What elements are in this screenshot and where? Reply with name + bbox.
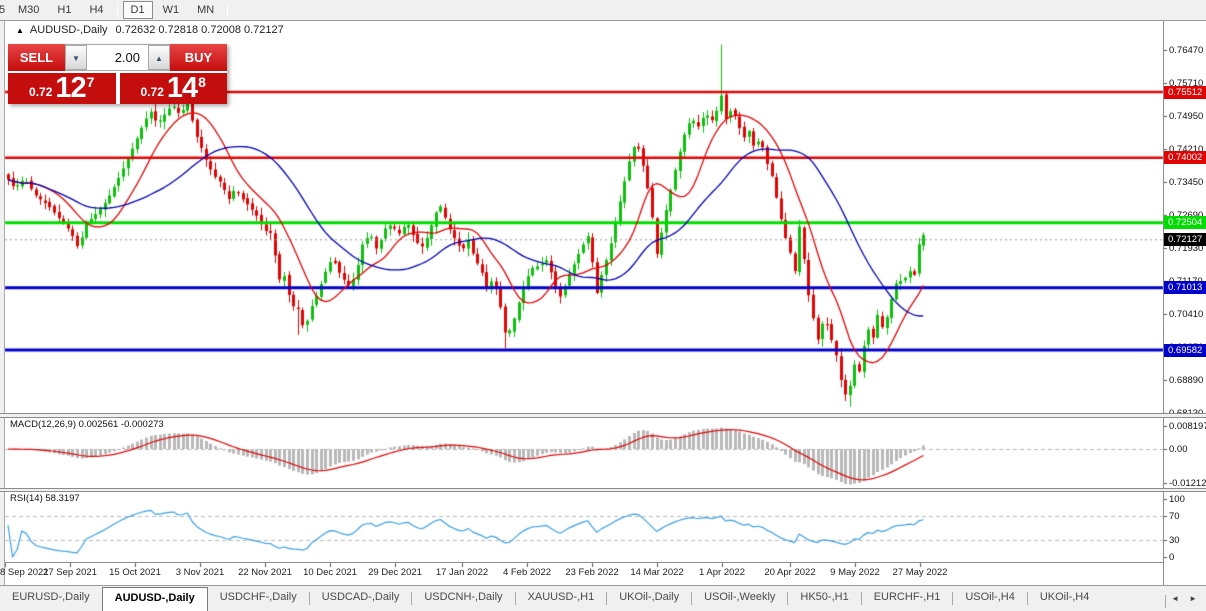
volume-input[interactable] xyxy=(87,45,148,70)
date-axis-label: 29 Dec 2021 xyxy=(363,567,427,578)
chart-left-border xyxy=(4,21,5,585)
chart-tab-eurusd-daily[interactable]: EURUSD-,Daily xyxy=(0,586,102,611)
buy-price-fraction: 8 xyxy=(198,74,206,90)
chart-tab-usoil-h4[interactable]: USOil-,H4 xyxy=(953,586,1027,611)
chart-title: ▲ AUDUSD-,Daily 0.72632 0.72818 0.72008 0.… xyxy=(16,24,284,36)
date-axis-label: 22 Nov 2021 xyxy=(233,567,297,578)
buy-button[interactable]: BUY xyxy=(170,44,227,71)
date-axis-label: 3 Nov 2021 xyxy=(168,567,232,578)
date-axis-label: 27 Sep 2021 xyxy=(38,567,102,578)
tab-scroll-controls: ◄► xyxy=(1165,586,1206,611)
pane-splitter-macd[interactable] xyxy=(0,413,1206,418)
chart-tab-usdchf-daily[interactable]: USDCHF-,Daily xyxy=(208,586,309,611)
date-axis-label: 27 May 2022 xyxy=(888,567,952,578)
timeframe-button-5[interactable]: 5 xyxy=(0,1,8,19)
rsi-name: RSI(14) xyxy=(10,493,43,504)
indicator-axis-tick: 30 xyxy=(1169,535,1206,546)
sell-price-fraction: 7 xyxy=(87,74,95,90)
timeframe-button-MN[interactable]: MN xyxy=(189,1,222,19)
level-price-badge: 0.69582 xyxy=(1164,344,1206,357)
chart-symbol: AUDUSD-,Daily xyxy=(30,24,108,36)
price-axis-tick: 0.76470 xyxy=(1169,45,1206,56)
date-axis-label: 20 Apr 2022 xyxy=(758,567,822,578)
price-axis-tick: 0.74950 xyxy=(1169,111,1206,122)
indicator-axis-tick: 0.008197 xyxy=(1169,421,1206,432)
price-axis-tick: 0.68890 xyxy=(1169,375,1206,386)
buy-price-display: 0.72 14 8 xyxy=(120,73,228,104)
macd-indicator-label: MACD(12,26,9) 0.002561 -0.000273 xyxy=(10,419,164,430)
sell-button[interactable]: SELL xyxy=(8,44,65,71)
chart-tab-xauusd-h1[interactable]: XAUUSD-,H1 xyxy=(516,586,607,611)
date-axis-label: 10 Dec 2021 xyxy=(298,567,362,578)
date-axis-label: 9 May 2022 xyxy=(823,567,887,578)
chart-tab-usdcnh-daily[interactable]: USDCNH-,Daily xyxy=(412,586,514,611)
timeframe-button-H4[interactable]: H4 xyxy=(81,1,111,19)
indicator-axis-tick: 70 xyxy=(1169,511,1206,522)
indicator-axis-tick: 0 xyxy=(1169,552,1206,563)
date-axis-label: 17 Jan 2022 xyxy=(430,567,494,578)
timeframe-button-D1[interactable]: D1 xyxy=(123,1,153,19)
chart-ohlc-values: 0.72632 0.72818 0.72008 0.72127 xyxy=(116,24,284,36)
sell-price-base: 0.72 xyxy=(29,85,52,99)
chart-tab-usoil-weekly[interactable]: USOil-,Weekly xyxy=(692,586,787,611)
one-click-trade-panel: SELL ▼ ▲ BUY 0.72 12 7 0.72 14 8 xyxy=(8,44,227,104)
price-axis-tick: 0.73450 xyxy=(1169,177,1206,188)
chart-tab-eurchf-h1[interactable]: EURCHF-,H1 xyxy=(862,586,953,611)
macd-values: 0.002561 -0.000273 xyxy=(79,419,164,430)
buy-price-pips: 14 xyxy=(167,74,197,103)
date-axis-label: 15 Oct 2021 xyxy=(103,567,167,578)
tab-scroll-right-icon[interactable]: ► xyxy=(1184,592,1202,605)
current-price-badge: 0.72127 xyxy=(1164,233,1206,246)
pane-splitter-rsi[interactable] xyxy=(0,488,1206,492)
buy-price-base: 0.72 xyxy=(141,85,164,99)
price-axis-border xyxy=(1163,21,1164,585)
chart-tab-ukoil-daily[interactable]: UKOil-,Daily xyxy=(607,586,691,611)
macd-name: MACD(12,26,9) xyxy=(10,419,76,430)
rsi-indicator-label: RSI(14) 58.3197 xyxy=(10,493,80,504)
indicator-axis-tick: -0.01212 xyxy=(1169,478,1206,489)
sell-price-pips: 12 xyxy=(55,74,85,103)
date-axis-label: 1 Apr 2022 xyxy=(690,567,754,578)
timeframe-toolbar: 5M30H1H4 D1W1MN xyxy=(0,0,1206,21)
level-price-badge: 0.72504 xyxy=(1164,216,1206,229)
date-axis-label: 23 Feb 2022 xyxy=(560,567,624,578)
level-price-badge: 0.74002 xyxy=(1164,151,1206,164)
chart-tab-hk50-h1[interactable]: HK50-,H1 xyxy=(788,586,860,611)
rsi-value: 58.3197 xyxy=(45,493,79,504)
trading-platform-window: 5M30H1H4 D1W1MN ▲ AUDUSD-,Daily 0.72632 0.7… xyxy=(0,0,1206,611)
date-axis-label: 14 Mar 2022 xyxy=(625,567,689,578)
rsi-pane-bottom-border xyxy=(5,562,1163,563)
chart-tab-audusd-daily[interactable]: AUDUSD-,Daily xyxy=(102,587,208,611)
volume-decrease-icon[interactable]: ▼ xyxy=(65,45,87,70)
chart-collapse-icon[interactable]: ▲ xyxy=(16,26,24,35)
chart-tab-usdcad-daily[interactable]: USDCAD-,Daily xyxy=(310,586,412,611)
toolbar-separator xyxy=(117,3,118,18)
indicator-axis-tick: 100 xyxy=(1169,494,1206,505)
date-axis-label: 4 Feb 2022 xyxy=(495,567,559,578)
level-price-badge: 0.75512 xyxy=(1164,86,1206,99)
chart-tab-ukoil-h4[interactable]: UKOil-,H4 xyxy=(1028,586,1102,611)
timeframe-button-M30[interactable]: M30 xyxy=(10,1,47,19)
timeframe-button-W1[interactable]: W1 xyxy=(155,1,188,19)
price-axis-tick: 0.70410 xyxy=(1169,309,1206,320)
sell-price-display: 0.72 12 7 xyxy=(8,73,116,104)
indicator-axis-tick: 0.00 xyxy=(1169,444,1206,455)
toolbar-separator xyxy=(227,3,228,18)
chart-tab-bar: EURUSD-,DailyAUDUSD-,DailyUSDCHF-,DailyU… xyxy=(0,586,1206,611)
level-price-badge: 0.71013 xyxy=(1164,281,1206,294)
tab-scroll-left-icon[interactable]: ◄ xyxy=(1166,592,1184,605)
volume-increase-icon[interactable]: ▲ xyxy=(148,45,170,70)
timeframe-button-H1[interactable]: H1 xyxy=(49,1,79,19)
